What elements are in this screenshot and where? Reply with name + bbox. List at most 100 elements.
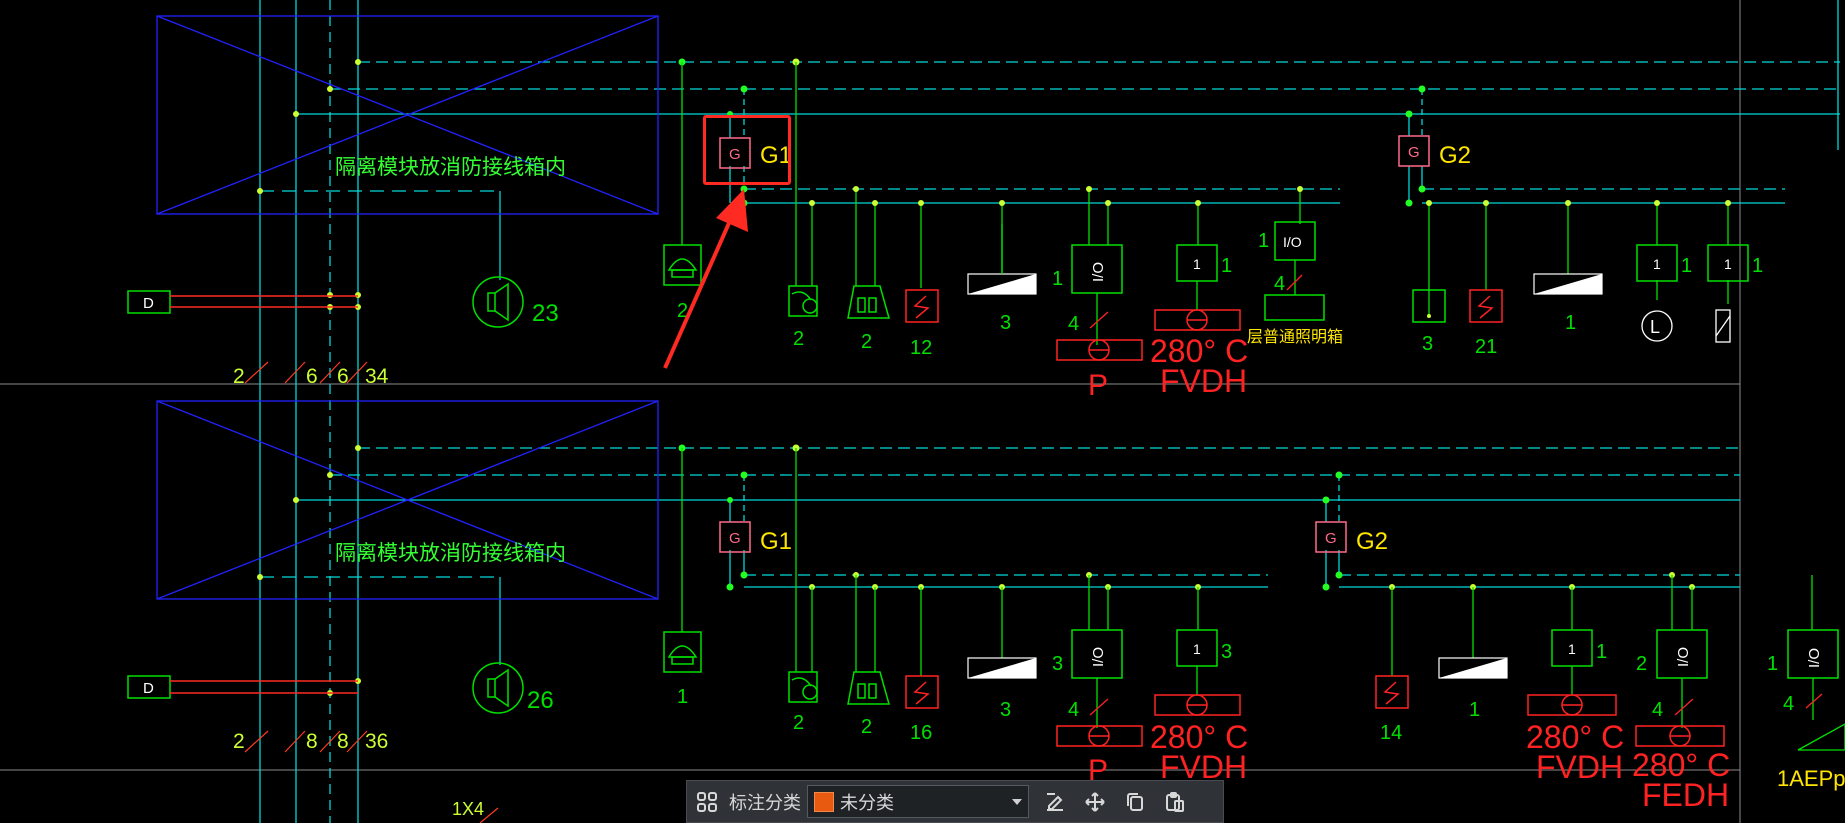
heat-detector-lower-icon	[788, 671, 818, 703]
g2-lower-module-icon[interactable]: G	[1315, 521, 1347, 553]
far-io-below-count: 4	[1783, 693, 1794, 715]
isolation-box	[156, 15, 659, 215]
io-module-icon: I/O	[1071, 244, 1123, 345]
d-box-lower-icon: D	[127, 675, 358, 699]
input-module-icon: 1	[1176, 244, 1218, 310]
svg-text:G: G	[1408, 144, 1420, 161]
right-cutoff-label: 1AEPpt	[1777, 766, 1845, 791]
strobe-lower-icon	[967, 657, 1037, 679]
copy-icon[interactable]	[1115, 780, 1155, 823]
svg-text:D: D	[143, 295, 154, 312]
fvdh-label: FVDH	[1160, 363, 1247, 399]
g2-input-a-count: 1	[1681, 255, 1692, 277]
smoke-detector-lower-icon	[847, 671, 890, 705]
wire-count-1: 2	[233, 365, 245, 388]
paste-icon[interactable]	[1155, 780, 1195, 823]
upper-section: 隔离模块放消防接线箱内 23 D 2 6 6 34 G G1 G G2 2 2 …	[127, 0, 1840, 823]
strobe-count: 3	[1000, 312, 1011, 334]
io-right-below-count: 4	[1274, 273, 1285, 295]
g2-input-b-count: 1	[1752, 255, 1763, 277]
svg-text:G: G	[1325, 530, 1337, 547]
io-module-right-icon: I/O	[1264, 221, 1325, 321]
g2-module-icon[interactable]: G	[1398, 135, 1430, 167]
far-right-io-icon: I/O	[1787, 575, 1845, 751]
svg-text:1: 1	[1193, 256, 1201, 272]
selected-category: 未分类	[840, 792, 894, 813]
smoke-detector-icon	[847, 285, 890, 319]
phone-lower-count: 1	[677, 686, 688, 708]
grid-icon[interactable]	[687, 780, 727, 823]
g2-lower-damper-icon	[1527, 694, 1617, 716]
io-module-lower-left-count: 3	[1052, 653, 1063, 675]
smoke-detector-lower-count: 2	[861, 716, 872, 738]
lighting-box-label: 层普通照明箱	[1247, 328, 1343, 346]
far-io-left-count: 1	[1767, 653, 1778, 675]
g2-module-device-icon	[1412, 289, 1446, 323]
category-label: 标注分类	[729, 792, 801, 813]
g2-lower-input-icon: 1	[1551, 629, 1593, 695]
category-select[interactable]: 未分类	[807, 785, 1029, 818]
g1-lower-label: G1	[760, 528, 792, 555]
cad-drawing-canvas[interactable]: 隔离模块放消防接线箱内 23 D 2 6 6 34 G G1 G G2 2 2 …	[0, 0, 1845, 823]
move-icon[interactable]	[1075, 780, 1115, 823]
manual-alarm-count: 12	[910, 337, 932, 359]
svg-text:1: 1	[1193, 641, 1201, 657]
svg-text:1: 1	[1568, 641, 1576, 657]
isolation-box-label: 隔离模块放消防接线箱内	[335, 156, 566, 179]
g2-strobe-icon	[1533, 273, 1603, 295]
input-module-lower-count: 3	[1221, 641, 1232, 663]
g2-lower-alarm-icon	[1375, 675, 1409, 709]
highlight-box	[703, 115, 791, 185]
input-module-count: 1	[1221, 255, 1232, 277]
fire-damper-lower-icon	[1154, 694, 1241, 716]
speaker-count: 23	[532, 300, 559, 327]
g2-manual-alarm-icon	[1469, 289, 1503, 323]
g2-lower-io-left-count: 2	[1636, 653, 1647, 675]
g2-lower-io-below-count: 4	[1652, 699, 1663, 721]
g2-strobe-count: 1	[1565, 312, 1576, 334]
g2-lower-fedh-icon	[1635, 725, 1725, 747]
g2-alarm-count: 21	[1475, 336, 1497, 358]
speaker-lower-icon	[472, 662, 524, 714]
heat-detector-lower-count: 2	[793, 712, 804, 734]
g2-lower-io-icon: I/O	[1656, 629, 1708, 728]
annotation-arrow-icon	[663, 189, 748, 369]
manual-alarm-lower-count: 16	[910, 722, 932, 744]
io-module-left-below-count: 4	[1068, 313, 1079, 335]
wire-count-lower-4: 36	[365, 730, 388, 753]
svg-text:I/O: I/O	[1283, 234, 1302, 250]
fedh-label: FEDH	[1642, 777, 1729, 813]
fire-valve-p-icon	[1056, 339, 1143, 361]
io-module-lower-below-count: 4	[1068, 699, 1079, 721]
annotation-toolbar: 标注分类 未分类	[686, 780, 1224, 823]
bottom-label: 1X4	[452, 799, 484, 819]
svg-text:I/O: I/O	[1806, 648, 1823, 668]
heat-detector-count: 2	[793, 328, 804, 350]
p-label: P	[1088, 369, 1108, 402]
wire-count-lower-2: 8	[306, 730, 318, 753]
speaker-lower-count: 26	[527, 687, 554, 714]
io-module-lower-icon: I/O	[1071, 629, 1123, 728]
wire-count-lower-3: 8	[337, 730, 349, 753]
g2-label: G2	[1439, 142, 1471, 169]
svg-text:I/O: I/O	[1090, 647, 1107, 667]
svg-text:G: G	[729, 530, 741, 547]
input-module-lower-icon: 1	[1176, 629, 1218, 695]
wire-count-2: 6	[306, 365, 318, 388]
g2-lower-label: G2	[1356, 528, 1388, 555]
heat-detector-icon	[788, 285, 818, 317]
wire-count-3: 6	[337, 365, 349, 388]
d-box-icon: D	[127, 290, 358, 314]
g2-module-count: 3	[1422, 333, 1433, 355]
g2-lower-fvdh-label: FVDH	[1536, 749, 1623, 785]
g2-lower-alarm-count: 14	[1380, 722, 1402, 744]
svg-text:I/O: I/O	[1090, 262, 1107, 282]
g1-lower-module-icon[interactable]: G	[719, 521, 751, 553]
fire-damper-icon	[1154, 309, 1241, 331]
strobe-icon	[967, 224, 1037, 295]
lower-section: 隔离模块放消防接线箱内 26 D 2 8 8 36 1X4 G G1 G G2 …	[127, 400, 1845, 823]
svg-text:1: 1	[1653, 256, 1661, 272]
category-color-swatch	[814, 791, 834, 812]
smoke-detector-count: 2	[861, 331, 872, 353]
edit-icon[interactable]	[1035, 780, 1075, 823]
